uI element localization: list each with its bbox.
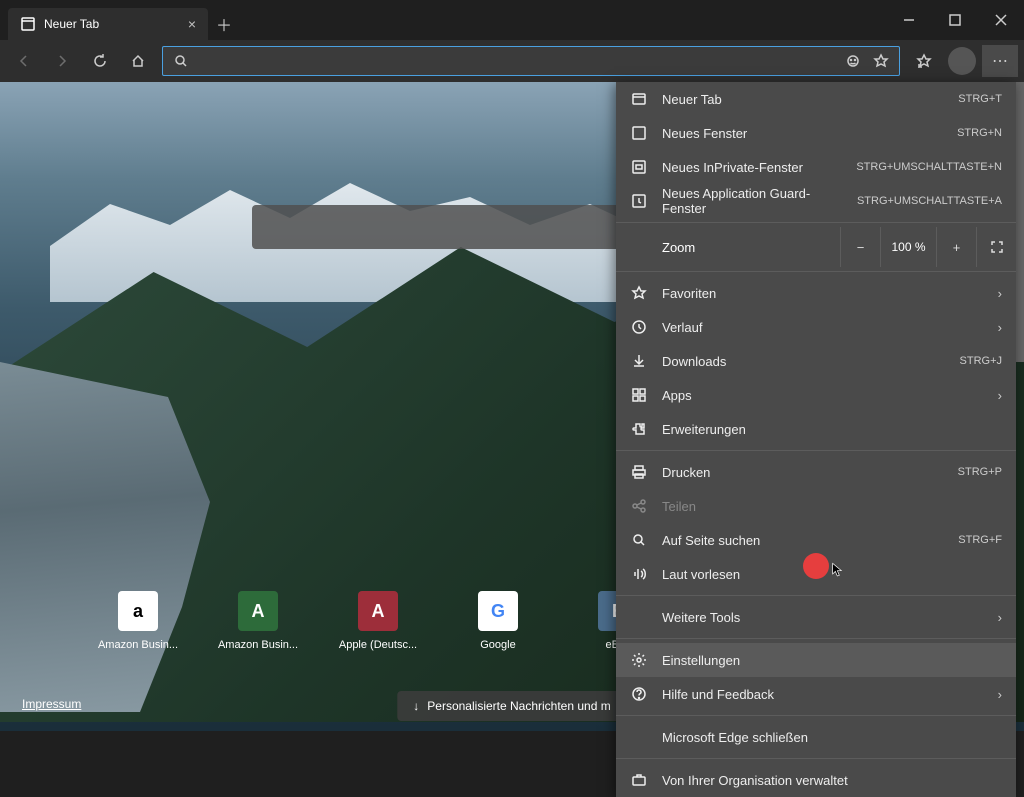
menu-apps[interactable]: Apps› <box>616 378 1016 412</box>
window-controls <box>886 4 1024 36</box>
tile-label: Amazon Busin... <box>210 639 306 651</box>
tile-label: Google <box>450 639 546 651</box>
history-icon <box>630 318 648 336</box>
quick-links: a Amazon Busin... A Amazon Busin... A Apple… <box>90 591 666 651</box>
address-bar[interactable] <box>162 46 900 76</box>
chevron-right-icon: › <box>998 610 1002 625</box>
menu-downloads[interactable]: DownloadsSTRG+J <box>616 344 1016 378</box>
tile-icon: A <box>238 591 278 631</box>
zoom-in-button[interactable]: + <box>936 227 976 267</box>
chevron-right-icon: › <box>998 320 1002 335</box>
news-text: Personalisierte Nachrichten und m <box>427 699 610 713</box>
reading-list-icon[interactable] <box>843 51 863 71</box>
quick-link-tile[interactable]: A Apple (Deutsc... <box>330 591 426 651</box>
menu-close-edge[interactable]: Microsoft Edge schließen <box>616 720 1016 754</box>
menu-new-inprivate[interactable]: Neues InPrivate-FensterSTRG+UMSCHALTTAST… <box>616 150 1016 184</box>
zoom-out-button[interactable]: − <box>840 227 880 267</box>
settings-menu: Neuer TabSTRG+T Neues FensterSTRG+N Neue… <box>616 82 1016 797</box>
search-icon <box>171 51 191 71</box>
quick-link-tile[interactable]: a Amazon Busin... <box>90 591 186 651</box>
menu-find[interactable]: Auf Seite suchenSTRG+F <box>616 523 1016 557</box>
favorites-button[interactable] <box>906 45 942 77</box>
menu-managed[interactable]: Von Ihrer Organisation verwaltet <box>616 763 1016 797</box>
print-icon <box>630 463 648 481</box>
menu-separator <box>616 758 1016 759</box>
new-tab-icon <box>630 90 648 108</box>
appguard-icon <box>630 192 648 210</box>
tile-icon: a <box>118 591 158 631</box>
apps-icon <box>630 386 648 404</box>
new-tab-button[interactable]: ＋ <box>208 8 240 40</box>
impressum-link[interactable]: Impressum <box>22 697 81 711</box>
menu-print[interactable]: DruckenSTRG+P <box>616 455 1016 489</box>
maximize-button[interactable] <box>932 4 978 36</box>
browser-tab[interactable]: Neuer Tab × <box>8 8 208 40</box>
home-button[interactable] <box>120 45 156 77</box>
menu-settings[interactable]: Einstellungen <box>616 643 1016 677</box>
menu-favorites[interactable]: Favoriten› <box>616 276 1016 310</box>
menu-extensions[interactable]: Erweiterungen <box>616 412 1016 446</box>
chevron-right-icon: › <box>998 286 1002 301</box>
briefcase-icon <box>630 771 648 789</box>
inprivate-icon <box>630 158 648 176</box>
tile-label: Amazon Busin... <box>90 639 186 651</box>
gear-icon <box>630 651 648 669</box>
download-icon <box>630 352 648 370</box>
quick-link-tile[interactable]: A Amazon Busin... <box>210 591 306 651</box>
find-icon <box>630 531 648 549</box>
read-aloud-icon <box>630 565 648 583</box>
menu-help[interactable]: Hilfe und Feedback› <box>616 677 1016 711</box>
chevron-right-icon: › <box>998 687 1002 702</box>
tab-page-icon <box>20 16 36 32</box>
zoom-value: 100 % <box>880 227 936 267</box>
menu-more-tools[interactable]: Weitere Tools› <box>616 600 1016 634</box>
share-icon <box>630 497 648 515</box>
tab-close-icon[interactable]: × <box>188 16 196 32</box>
star-icon <box>630 284 648 302</box>
more-menu-button[interactable]: ⋯ <box>982 45 1018 77</box>
close-window-button[interactable] <box>978 4 1024 36</box>
menu-separator <box>616 271 1016 272</box>
tile-icon: G <box>478 591 518 631</box>
highlight-marker <box>803 553 829 579</box>
favorite-star-icon[interactable] <box>871 51 891 71</box>
chevron-right-icon: › <box>998 388 1002 403</box>
help-icon <box>630 685 648 703</box>
toolbar: ⋯ <box>0 40 1024 82</box>
menu-separator <box>616 450 1016 451</box>
profile-avatar[interactable] <box>948 47 976 75</box>
menu-separator <box>616 715 1016 716</box>
menu-share: Teilen <box>616 489 1016 523</box>
menu-separator <box>616 595 1016 596</box>
menu-new-appguard[interactable]: Neues Application Guard-FensterSTRG+UMSC… <box>616 184 1016 218</box>
extensions-icon <box>630 420 648 438</box>
titlebar: Neuer Tab × ＋ <box>0 0 1024 40</box>
menu-separator <box>616 638 1016 639</box>
menu-new-tab[interactable]: Neuer TabSTRG+T <box>616 82 1016 116</box>
menu-separator <box>616 222 1016 223</box>
forward-button[interactable] <box>44 45 80 77</box>
back-button[interactable] <box>6 45 42 77</box>
quick-link-tile[interactable]: G Google <box>450 591 546 651</box>
new-window-icon <box>630 124 648 142</box>
tile-label: Apple (Deutsc... <box>330 639 426 651</box>
menu-history[interactable]: Verlauf› <box>616 310 1016 344</box>
menu-new-window[interactable]: Neues FensterSTRG+N <box>616 116 1016 150</box>
refresh-button[interactable] <box>82 45 118 77</box>
tab-title: Neuer Tab <box>44 17 99 31</box>
tile-icon: A <box>358 591 398 631</box>
cursor-icon <box>830 562 846 583</box>
minimize-button[interactable] <box>886 4 932 36</box>
news-banner[interactable]: ↓ Personalisierte Nachrichten und m <box>397 691 626 721</box>
arrow-down-icon: ↓ <box>413 699 419 713</box>
menu-zoom: Zoom − 100 % + <box>616 227 1016 267</box>
zoom-label: Zoom <box>616 240 840 255</box>
fullscreen-button[interactable] <box>976 227 1016 267</box>
